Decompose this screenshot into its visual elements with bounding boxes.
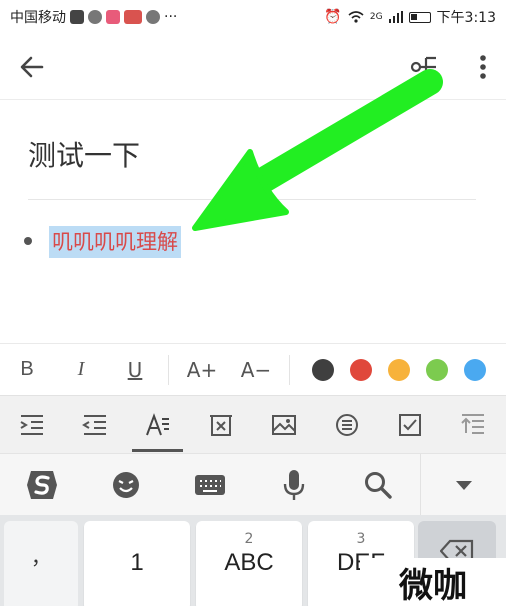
alarm-icon: ⏰ [324, 9, 342, 25]
italic-button[interactable]: I [54, 358, 108, 381]
bullet-dot [24, 237, 32, 245]
punct-key-comma[interactable]: ， [4, 541, 78, 570]
checkbox-button[interactable] [378, 396, 441, 454]
sogou-button[interactable] [0, 454, 84, 516]
align-top-icon [460, 413, 484, 434]
bold-button[interactable]: B [0, 358, 54, 381]
punct-key-period[interactable]: 。 [4, 591, 78, 606]
status-bar: 中国移动 ··· ⏰ 2G 下午3:13 [0, 0, 506, 34]
signal-icon [388, 11, 403, 23]
checkbox-icon [398, 413, 421, 436]
keyboard-icon [195, 474, 225, 495]
watermark-logo: 微咖 [360, 558, 506, 606]
key-2-abc[interactable]: 2 ABC [196, 521, 302, 606]
delete-line-icon [209, 414, 232, 436]
key-1[interactable]: 1 [84, 521, 190, 606]
app-notification-icon [88, 10, 102, 24]
delete-line-button[interactable] [189, 396, 252, 454]
emoji-icon [113, 471, 139, 498]
collapse-keyboard-button[interactable] [420, 453, 506, 516]
arrow-left-icon[interactable] [18, 53, 46, 81]
font-size-increase-button[interactable]: A+ [175, 358, 229, 382]
outdent-button[interactable] [63, 396, 126, 454]
mind-map-icon[interactable] [410, 53, 440, 81]
sogou-logo-icon [27, 470, 57, 499]
activity-icon [70, 10, 84, 24]
color-swatch-blue[interactable] [464, 358, 486, 381]
battery-icon [408, 11, 431, 23]
wifi-icon [348, 11, 364, 23]
color-swatch-green[interactable] [426, 358, 448, 381]
collapse-icon [455, 480, 472, 490]
app-notification-icon [106, 10, 120, 24]
voice-input-button[interactable] [252, 454, 336, 516]
key-number-label: 3 [356, 531, 366, 547]
color-swatch-black[interactable] [312, 358, 334, 381]
microphone-icon [283, 469, 305, 500]
keyboard-switch-button[interactable] [168, 454, 252, 516]
text-format-button[interactable] [126, 396, 189, 454]
font-size-decrease-button[interactable]: A− [229, 358, 283, 382]
app-toolbar [0, 34, 506, 100]
key-main-label: ABC [224, 549, 274, 576]
color-swatch-red[interactable] [350, 358, 372, 381]
search-icon [365, 471, 392, 499]
clock: 下午3:13 [436, 10, 496, 26]
divider [289, 354, 290, 385]
list-icon [335, 413, 358, 436]
list-button[interactable] [315, 396, 378, 454]
insert-image-button[interactable] [252, 396, 315, 454]
divider [168, 354, 169, 385]
emoji-button[interactable] [84, 454, 168, 516]
key-number-label: 2 [244, 531, 254, 547]
outdent-icon [81, 414, 106, 435]
text-format-icon [145, 412, 169, 435]
carrier-label: 中国移动 [10, 10, 66, 26]
indent-button[interactable] [0, 396, 63, 454]
ime-toolbar [0, 453, 506, 516]
more-notifications-icon: ··· [164, 9, 178, 25]
app-notification-icon [146, 10, 160, 24]
title-divider [28, 199, 476, 200]
edit-tools-bar [0, 395, 506, 453]
ime-search-button[interactable] [336, 454, 420, 516]
bullet-item-text[interactable]: 叽叽叽叽理解 [49, 226, 181, 258]
punctuation-column[interactable]: ， 。 [4, 521, 78, 606]
underline-button[interactable]: U [108, 358, 162, 382]
app-notification-icon [124, 10, 142, 24]
key-main-label: 1 [130, 549, 144, 576]
align-top-button[interactable] [441, 396, 504, 454]
image-icon [271, 414, 296, 435]
color-swatch-orange[interactable] [388, 358, 410, 381]
network-type-label: 2G [369, 12, 383, 22]
more-vertical-icon[interactable] [478, 53, 488, 81]
format-bar: B I U A+ A− [0, 343, 506, 395]
note-title[interactable]: 测试一下 [28, 134, 140, 174]
indent-icon [19, 414, 43, 435]
